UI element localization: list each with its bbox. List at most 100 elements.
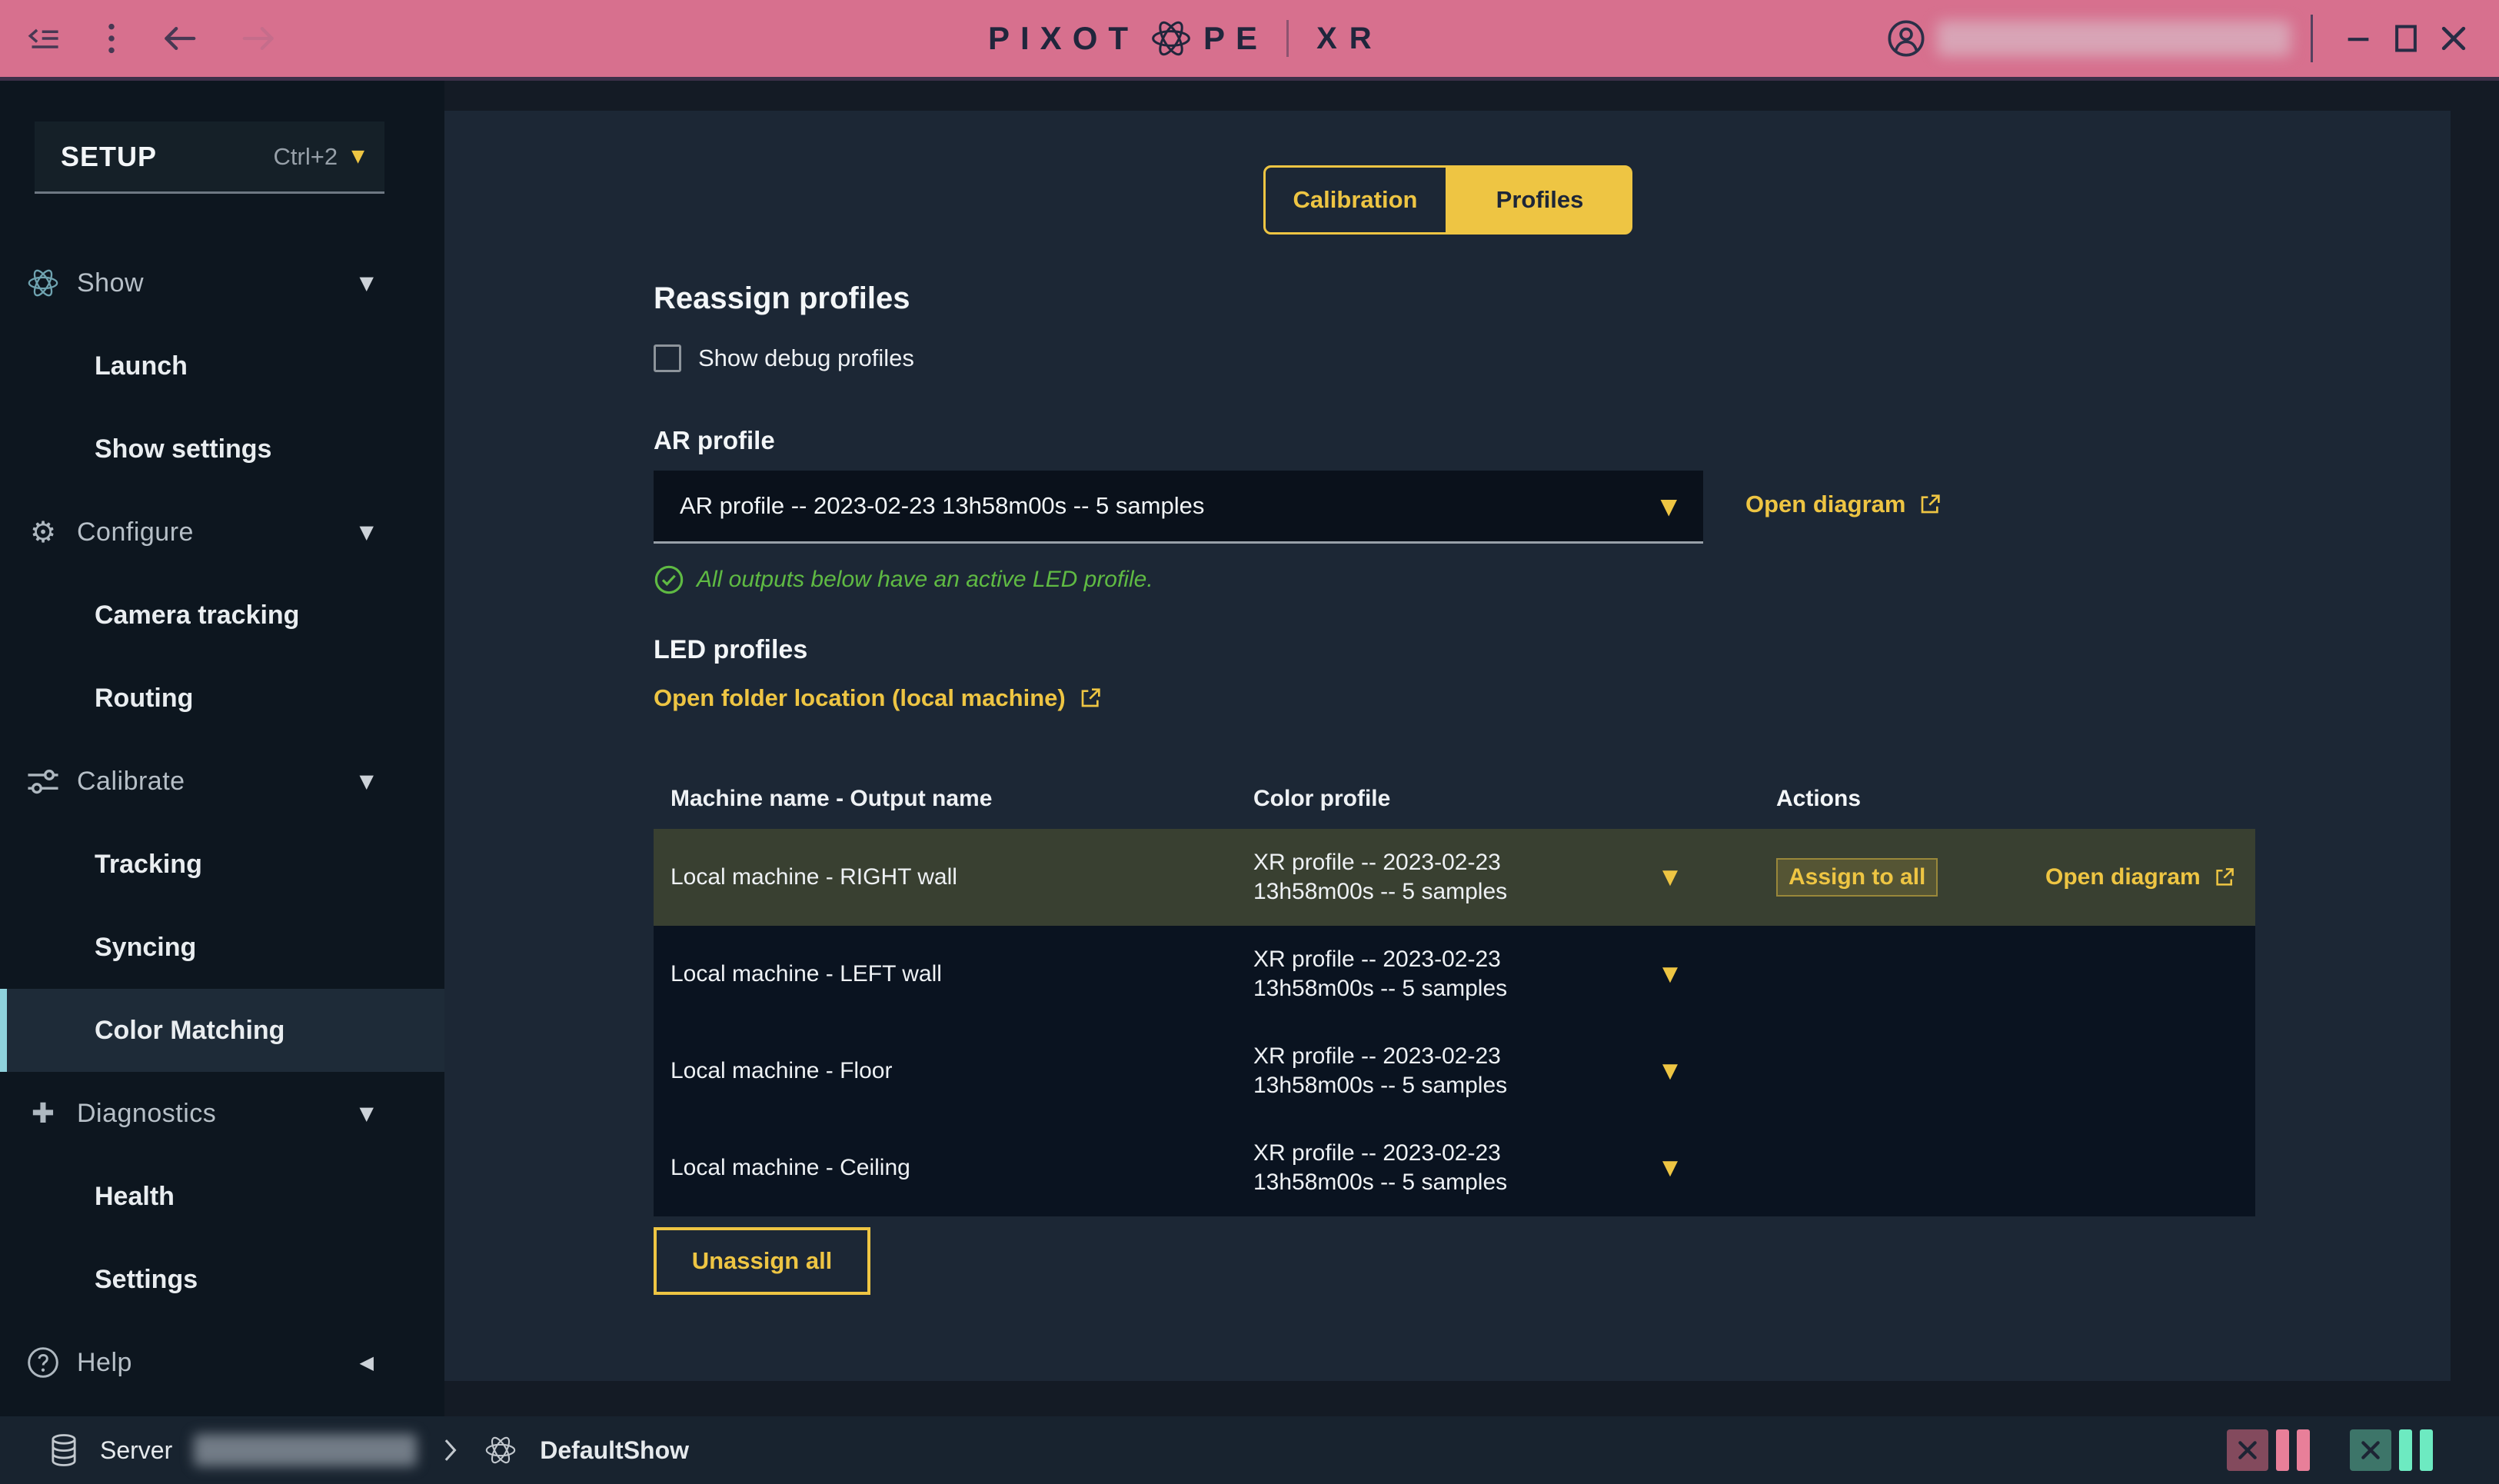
chevron-down-icon[interactable]: ▼ bbox=[360, 1103, 374, 1124]
kebab-menu-icon[interactable] bbox=[106, 22, 117, 55]
show-debug-profiles-row: Show debug profiles bbox=[654, 344, 914, 372]
database-icon bbox=[49, 1433, 78, 1467]
chevron-down-icon[interactable]: ▼ bbox=[360, 272, 374, 294]
redacted-user-email bbox=[1937, 21, 2291, 56]
sidebar-item-calibrate[interactable]: Calibrate ▼ bbox=[0, 740, 444, 823]
row-dropdown-caret-icon[interactable]: ▼ bbox=[1653, 1156, 1761, 1180]
collapse-sidebar-icon[interactable] bbox=[28, 25, 62, 52]
sidebar-item-routing[interactable]: Routing bbox=[0, 657, 444, 740]
sidebar-item-tracking[interactable]: Tracking bbox=[0, 823, 444, 906]
sidebar-item-show[interactable]: Show ▼ bbox=[0, 241, 444, 324]
sidebar-item-syncing[interactable]: Syncing bbox=[0, 906, 444, 989]
chevron-left-icon[interactable]: ◀ bbox=[360, 1352, 374, 1373]
row-dropdown-caret-icon[interactable]: ▼ bbox=[1653, 866, 1761, 889]
table-row[interactable]: Local machine - Ceiling XR profile -- 20… bbox=[654, 1120, 2255, 1216]
setup-mode-selector[interactable]: SETUP Ctrl+2 ▼ bbox=[35, 121, 384, 194]
sidebar-item-label: Routing bbox=[95, 684, 193, 714]
col-header-color-profile: Color profile bbox=[1223, 784, 1653, 814]
pixotope-icon bbox=[23, 265, 63, 301]
table-row[interactable]: Local machine - RIGHT wall XR profile --… bbox=[654, 829, 2255, 926]
tab-bar: Calibration Profiles bbox=[1263, 165, 1632, 235]
sidebar-item-configure[interactable]: ⚙ Configure ▼ bbox=[0, 491, 444, 574]
color-profile-cell: XR profile -- 2023-02-23 13h58m00s -- 5 … bbox=[1223, 1139, 1607, 1197]
color-profile-cell: XR profile -- 2023-02-23 13h58m00s -- 5 … bbox=[1223, 848, 1607, 907]
ar-open-diagram-link[interactable]: Open diagram bbox=[1745, 491, 1942, 518]
setup-label: SETUP bbox=[61, 141, 157, 173]
content-area: Calibration Profiles Reassign profiles S… bbox=[444, 81, 2499, 1416]
sliders-icon bbox=[23, 765, 63, 797]
color-matching-panel: Calibration Profiles Reassign profiles S… bbox=[444, 111, 2451, 1381]
open-folder-location-label: Open folder location (local machine) bbox=[654, 684, 1066, 712]
titlebar-divider bbox=[2311, 15, 2313, 62]
row-dropdown-caret-icon[interactable]: ▼ bbox=[1653, 963, 1761, 986]
cross-icon: ✚ bbox=[23, 1098, 63, 1130]
machine-output-cell: Local machine - RIGHT wall bbox=[654, 864, 1223, 890]
row-dropdown-caret-icon[interactable]: ▼ bbox=[1653, 1060, 1761, 1083]
logo-text-left: PIXOT bbox=[988, 20, 1139, 57]
sidebar-item-health[interactable]: Health bbox=[0, 1155, 444, 1238]
assign-to-all-button[interactable]: Assign to all bbox=[1776, 858, 1938, 897]
minimize-button[interactable] bbox=[2334, 15, 2382, 62]
table-body: Local machine - RIGHT wall XR profile --… bbox=[654, 829, 2255, 1216]
tab-profiles[interactable]: Profiles bbox=[1448, 165, 1632, 235]
ar-profile-value: AR profile -- 2023-02-23 13h58m00s -- 5 … bbox=[680, 492, 1204, 520]
sidebar-item-show-settings[interactable]: Show settings bbox=[0, 408, 444, 491]
maximize-button[interactable] bbox=[2382, 15, 2430, 62]
sidebar-item-label: Help bbox=[77, 1348, 132, 1378]
led-status-message: All outputs below have an active LED pro… bbox=[697, 567, 1153, 593]
statusbar: Server DefaultShow bbox=[0, 1416, 2499, 1484]
sidebar-item-help[interactable]: Help ◀ bbox=[0, 1321, 444, 1404]
current-show-name[interactable]: DefaultShow bbox=[540, 1436, 689, 1465]
open-folder-location-link[interactable]: Open folder location (local machine) bbox=[654, 684, 1103, 712]
product-name: XR bbox=[1316, 22, 1384, 56]
actions-cell: Assign to all bbox=[1761, 858, 2030, 897]
machine-output-cell: Local machine - LEFT wall bbox=[654, 961, 1223, 987]
table-row[interactable]: Local machine - LEFT wall XR profile -- … bbox=[654, 926, 2255, 1023]
sidebar-nav: Show ▼ Launch Show settings ⚙ Configure … bbox=[0, 241, 444, 1404]
server-label[interactable]: Server bbox=[100, 1436, 172, 1465]
stop-engine-red-icon[interactable] bbox=[2227, 1429, 2268, 1471]
sidebar-item-settings[interactable]: Settings bbox=[0, 1238, 444, 1321]
sidebar-item-diagnostics[interactable]: ✚ Diagnostics ▼ bbox=[0, 1072, 444, 1155]
tab-calibration[interactable]: Calibration bbox=[1263, 165, 1448, 235]
chevron-down-icon[interactable]: ▼ bbox=[360, 770, 374, 792]
col-header-actions: Actions bbox=[1761, 786, 2030, 812]
pause-bar-icon[interactable] bbox=[2399, 1429, 2412, 1471]
color-profile-cell: XR profile -- 2023-02-23 13h58m00s -- 5 … bbox=[1223, 1042, 1607, 1100]
show-debug-profiles-checkbox[interactable] bbox=[654, 344, 681, 372]
chevron-down-icon: ▼ bbox=[351, 147, 364, 166]
table-row[interactable]: Local machine - Floor XR profile -- 2023… bbox=[654, 1023, 2255, 1120]
led-profiles-table: Machine name - Output name Color profile… bbox=[654, 769, 2255, 1216]
sidebar-item-color-matching[interactable]: Color Matching bbox=[0, 989, 444, 1072]
user-account-icon[interactable] bbox=[1886, 18, 1926, 58]
chevron-right-icon bbox=[438, 1436, 461, 1464]
engine-group-green bbox=[2350, 1429, 2433, 1471]
ar-profile-dropdown[interactable]: AR profile -- 2023-02-23 13h58m00s -- 5 … bbox=[654, 471, 1703, 544]
logo-divider bbox=[1286, 20, 1289, 57]
titlebar-right-group bbox=[1886, 0, 2477, 77]
sidebar: SETUP Ctrl+2 ▼ Show ▼ Launch Sh bbox=[0, 81, 444, 1416]
engine-controls bbox=[2227, 1429, 2433, 1471]
back-icon[interactable] bbox=[161, 25, 197, 52]
pause-bar-icon[interactable] bbox=[2276, 1429, 2289, 1471]
sidebar-item-label: Show settings bbox=[95, 434, 271, 464]
led-status-row: All outputs below have an active LED pro… bbox=[654, 564, 1153, 595]
chevron-down-icon[interactable]: ▼ bbox=[360, 521, 374, 543]
sidebar-item-launch[interactable]: Launch bbox=[0, 324, 444, 408]
sidebar-item-label: Settings bbox=[95, 1265, 198, 1295]
forward-icon[interactable] bbox=[241, 25, 277, 52]
pause-bar-icon[interactable] bbox=[2297, 1429, 2310, 1471]
sidebar-item-label: Tracking bbox=[95, 850, 202, 880]
gear-icon: ⚙ bbox=[23, 515, 63, 549]
row-open-diagram-link[interactable]: Open diagram bbox=[2045, 864, 2236, 890]
sidebar-item-label: Color Matching bbox=[95, 1016, 285, 1046]
close-button[interactable] bbox=[2430, 15, 2477, 62]
pause-bar-icon[interactable] bbox=[2420, 1429, 2433, 1471]
unassign-all-button[interactable]: Unassign all bbox=[654, 1227, 870, 1295]
sidebar-item-camera-tracking[interactable]: Camera tracking bbox=[0, 574, 444, 657]
app-body: SETUP Ctrl+2 ▼ Show ▼ Launch Sh bbox=[0, 81, 2499, 1416]
sidebar-item-label: Syncing bbox=[95, 933, 196, 963]
sidebar-item-label: Health bbox=[95, 1182, 175, 1212]
stop-engine-green-icon[interactable] bbox=[2350, 1429, 2391, 1471]
show-debug-profiles-label: Show debug profiles bbox=[698, 344, 914, 372]
